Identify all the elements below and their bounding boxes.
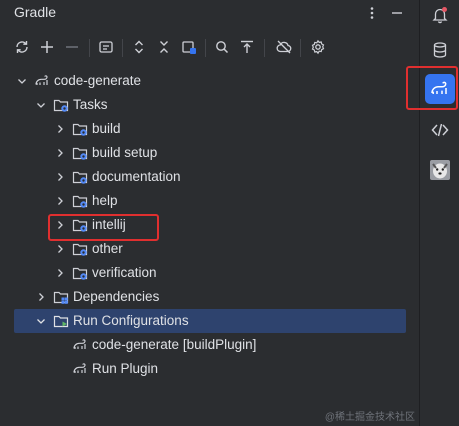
minimize-icon	[392, 12, 402, 14]
database-button[interactable]	[425, 35, 455, 65]
hide-panel-button[interactable]	[386, 2, 408, 24]
task-group-folder-icon	[72, 171, 88, 184]
chevron-down-icon[interactable]	[16, 75, 28, 87]
upload-icon	[241, 40, 253, 53]
task-group-folder-icon	[72, 195, 88, 208]
task-group-label: other	[92, 241, 123, 256]
tree-node-task-group-intellij[interactable]: intellij	[0, 213, 419, 237]
reload-button[interactable]	[11, 36, 33, 58]
expand-all-button[interactable]	[128, 36, 150, 58]
tasks-folder-icon	[53, 99, 69, 112]
chevron-right-icon[interactable]	[54, 195, 66, 207]
endpoints-button[interactable]	[425, 115, 455, 145]
project-structure-icon	[182, 41, 196, 54]
tree-node-task-group[interactable]: build	[0, 117, 419, 141]
plus-icon	[41, 41, 53, 53]
tree-node-dependencies[interactable]: Dependencies	[0, 285, 419, 309]
dog-avatar-icon	[430, 160, 450, 180]
tool-window-header: Gradle	[0, 0, 419, 26]
watermark: @稀土掘金技术社区	[324, 412, 415, 423]
chevron-right-icon[interactable]	[54, 123, 66, 135]
reload-icon	[16, 41, 28, 53]
task-group-label: build setup	[92, 145, 158, 160]
cloud-off-icon	[276, 40, 292, 54]
chevron-right-icon[interactable]	[54, 147, 66, 159]
task-group-folder-icon	[72, 219, 88, 232]
run-configurations-folder-icon	[53, 315, 69, 328]
database-icon	[433, 42, 447, 58]
dependencies-label: Dependencies	[73, 289, 160, 304]
execute-task-button[interactable]	[95, 36, 117, 58]
minus-icon	[66, 46, 78, 48]
bell-icon	[432, 7, 448, 24]
task-group-label: intellij	[92, 217, 126, 232]
toolbar-separator	[89, 39, 90, 57]
plugin-avatar-button[interactable]	[425, 155, 455, 185]
tree-node-run-configurations[interactable]: Run Configurations	[14, 309, 406, 333]
offline-mode-button[interactable]	[273, 36, 295, 58]
show-dependencies-button[interactable]	[236, 36, 258, 58]
task-group-folder-icon	[72, 123, 88, 136]
analyze-dependencies-button[interactable]	[211, 36, 233, 58]
tree-node-tasks[interactable]: Tasks	[0, 93, 419, 117]
toolbar-separator	[300, 39, 301, 57]
tree-node-task-group[interactable]: help	[0, 189, 419, 213]
more-vertical-icon	[370, 7, 374, 19]
expand-all-icon	[135, 40, 143, 54]
tree-node-task-group[interactable]: documentation	[0, 165, 419, 189]
collapse-all-icon	[160, 41, 168, 53]
run-configurations-label: Run Configurations	[73, 313, 189, 328]
panel-title: Gradle	[14, 4, 57, 20]
terminal-icon	[99, 41, 113, 53]
project-label: code-generate	[54, 73, 142, 88]
code-brackets-icon	[431, 123, 449, 137]
chevron-down-icon[interactable]	[35, 99, 47, 111]
task-group-label: documentation	[92, 169, 181, 184]
task-group-folder-icon	[72, 243, 88, 256]
toolbar-separator	[205, 39, 206, 57]
chevron-right-icon[interactable]	[54, 219, 66, 231]
add-button[interactable]	[36, 36, 58, 58]
run-configuration-item[interactable]: Run Plugin	[0, 357, 419, 381]
chevron-right-icon[interactable]	[54, 243, 66, 255]
task-group-folder-icon	[72, 147, 88, 160]
toolbar-separator	[264, 39, 265, 57]
tasks-label: Tasks	[73, 97, 108, 112]
dependencies-folder-icon	[53, 291, 69, 304]
right-tool-strip	[406, 0, 459, 426]
more-options-button[interactable]	[361, 2, 383, 24]
gradle-elephant-icon	[73, 339, 86, 349]
remove-button[interactable]	[61, 36, 83, 58]
run-configuration-item[interactable]: code-generate [buildPlugin]	[0, 333, 419, 357]
task-group-folder-icon	[72, 267, 88, 280]
notifications-button[interactable]	[425, 0, 455, 30]
gradle-elephant-icon	[431, 81, 447, 94]
chevron-right-icon[interactable]	[54, 267, 66, 279]
gradle-toolbar	[0, 35, 419, 61]
run-configuration-label: code-generate [buildPlugin]	[92, 337, 257, 352]
task-group-label: verification	[92, 265, 157, 280]
chevron-down-icon[interactable]	[35, 315, 47, 327]
chevron-right-icon[interactable]	[35, 291, 47, 303]
tree-node-task-group[interactable]: other	[0, 237, 419, 261]
task-group-label: help	[92, 193, 118, 208]
toolbar-separator	[122, 39, 123, 57]
gradle-elephant-icon	[73, 363, 86, 373]
gradle-elephant-icon	[35, 75, 48, 85]
tree-node-project[interactable]: code-generate	[0, 69, 419, 93]
link-project-button[interactable]	[178, 36, 200, 58]
gear-icon	[311, 39, 325, 55]
task-group-label: build	[92, 121, 121, 136]
run-configuration-label: Run Plugin	[92, 361, 159, 376]
gradle-settings-button[interactable]	[307, 36, 329, 58]
tree-node-task-group[interactable]: verification	[0, 261, 419, 285]
search-icon	[216, 41, 229, 54]
tree-node-task-group[interactable]: build setup	[0, 141, 419, 165]
chevron-right-icon[interactable]	[54, 171, 66, 183]
gradle-tool-button[interactable]	[425, 74, 455, 104]
gradle-tool-window: Gradle code-generate Tasks build build s…	[0, 0, 419, 426]
collapse-all-button[interactable]	[153, 36, 175, 58]
